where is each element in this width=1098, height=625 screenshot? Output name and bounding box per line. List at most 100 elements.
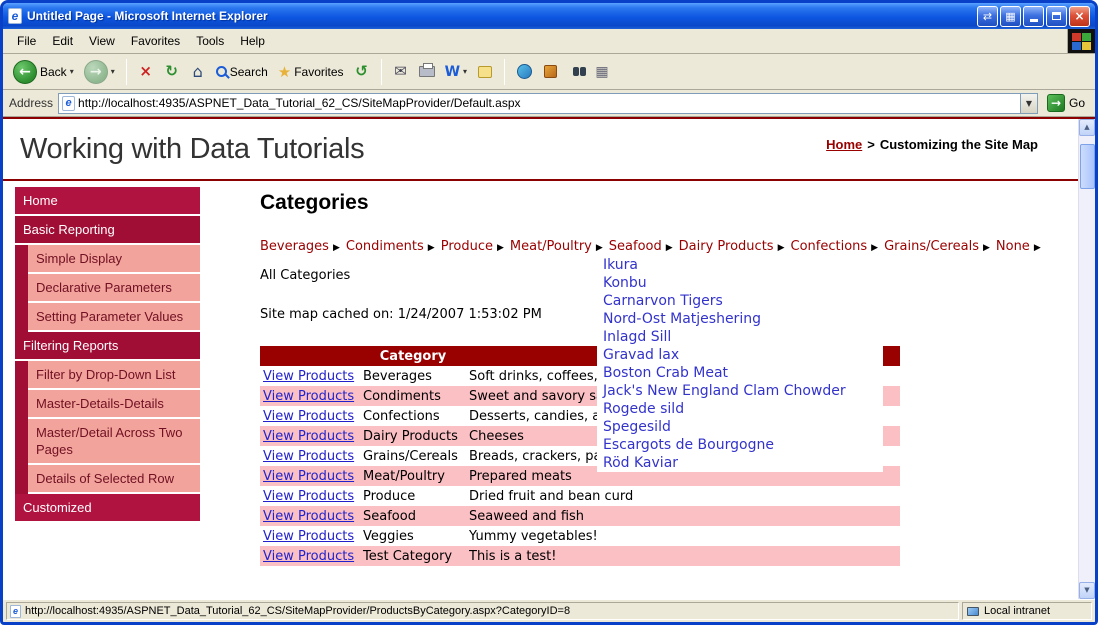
toolbar-separator xyxy=(380,58,382,85)
submenu-item-ikura[interactable]: Ikura xyxy=(597,256,883,274)
addressbar: Address e ▼ → Go xyxy=(3,90,1095,117)
titlebar-extra-button-2[interactable]: ▦ xyxy=(1000,5,1021,27)
submenu-item-gravad-lax[interactable]: Gravad lax xyxy=(597,346,883,364)
sidebar-item-home[interactable]: Home xyxy=(15,187,200,216)
main-content: Categories Beverages ▶ Condiments ▶ Produce ▶… xyxy=(260,187,1078,566)
sidebar-section-filtering-reports[interactable]: Filtering Reports xyxy=(15,332,200,361)
browser-window: e Untitled Page - Microsoft Internet Exp… xyxy=(0,0,1098,625)
menu-item-confections[interactable]: Confections xyxy=(791,239,868,254)
print-button[interactable] xyxy=(415,59,439,85)
edit-word-icon: W xyxy=(444,63,461,80)
category-cell: Beverages xyxy=(363,368,432,384)
forward-button[interactable]: → ▾ xyxy=(80,58,119,86)
menu-item-condiments[interactable]: Condiments xyxy=(346,239,424,254)
view-products-link[interactable]: View Products xyxy=(263,509,354,524)
menu-item-grains-cereals[interactable]: Grains/Cereals xyxy=(884,239,979,254)
messenger-button[interactable] xyxy=(512,59,536,85)
scroll-down-button[interactable]: ▼ xyxy=(1079,582,1095,599)
view-products-link[interactable]: View Products xyxy=(263,489,354,504)
sidebar-item-simple-display[interactable]: Simple Display xyxy=(28,245,200,274)
menu-item-none[interactable]: None xyxy=(996,239,1030,254)
sidebar-item-master-detail-two-pages[interactable]: Master/Detail Across Two Pages xyxy=(28,419,200,465)
edit-button[interactable]: W ▾ xyxy=(441,62,471,82)
go-button[interactable]: → Go xyxy=(1043,93,1089,113)
menu-tools[interactable]: Tools xyxy=(188,31,232,51)
sidebar-section-basic-reporting[interactable]: Basic Reporting xyxy=(15,216,200,245)
stop-button[interactable]: × xyxy=(134,59,158,85)
submenu-item-spegesild[interactable]: Spegesild xyxy=(597,418,883,436)
windows-logo-throbber xyxy=(1067,29,1095,53)
mail-button[interactable]: ✉ xyxy=(389,59,413,85)
refresh-button[interactable]: ↻ xyxy=(160,59,184,85)
close-button[interactable]: × xyxy=(1069,5,1090,27)
results-area: Ikura Konbu Carnarvon Tigers Nord-Ost Ma… xyxy=(260,256,1078,566)
favorites-star-icon: ★ xyxy=(277,62,292,81)
menu-view[interactable]: View xyxy=(81,31,123,51)
view-products-link[interactable]: View Products xyxy=(263,369,354,384)
submenu-item-jacks-clam-chowder[interactable]: Jack's New England Clam Chowder xyxy=(597,382,883,400)
sidebar-item-declarative-parameters[interactable]: Declarative Parameters xyxy=(28,274,200,303)
research-button[interactable] xyxy=(538,59,562,85)
category-cell: Veggies xyxy=(363,528,414,544)
titlebar[interactable]: e Untitled Page - Microsoft Internet Exp… xyxy=(3,3,1095,29)
back-button[interactable]: ← Back ▾ xyxy=(9,58,78,86)
view-products-link[interactable]: View Products xyxy=(263,449,354,464)
history-button[interactable]: ↺ xyxy=(350,59,374,85)
view-products-link[interactable]: View Products xyxy=(263,389,354,404)
menu-item-produce[interactable]: Produce xyxy=(441,239,493,254)
favorites-button[interactable]: ★ Favorites xyxy=(274,61,348,83)
submenu-item-boston-crab-meat[interactable]: Boston Crab Meat xyxy=(597,364,883,382)
category-cell: Grains/Cereals xyxy=(363,448,458,464)
sidebar-item-details-of-selected-row[interactable]: Details of Selected Row xyxy=(28,465,200,494)
category-cell: Condiments xyxy=(360,386,466,406)
submenu-item-rogede-sild[interactable]: Rogede sild xyxy=(597,400,883,418)
submenu-item-inlagd-sill[interactable]: Inlagd Sill xyxy=(597,328,883,346)
breadcrumb-separator: > xyxy=(867,137,875,152)
status-message-panel: e http://localhost:4935/ASPNET_Data_Tuto… xyxy=(6,602,959,620)
sidebar-item-master-details-details[interactable]: Master-Details-Details xyxy=(28,390,200,419)
menu-file[interactable]: File xyxy=(9,31,44,51)
search-button[interactable]: Search xyxy=(212,63,272,81)
sidebar-item-filter-by-dropdown-list[interactable]: Filter by Drop-Down List xyxy=(28,361,200,390)
submenu-item-konbu[interactable]: Konbu xyxy=(597,274,883,292)
submenu-item-carnarvon-tigers[interactable]: Carnarvon Tigers xyxy=(597,292,883,310)
forward-dropdown-icon: ▾ xyxy=(110,67,115,76)
submenu-item-escargots-de-bourgogne[interactable]: Escargots de Bourgogne xyxy=(597,436,883,454)
menu-item-dairy-products[interactable]: Dairy Products xyxy=(679,239,774,254)
submenu-item-rod-kaviar[interactable]: Röd Kaviar xyxy=(597,454,883,472)
menu-item-meat-poultry[interactable]: Meat/Poultry xyxy=(510,239,592,254)
view-products-link[interactable]: View Products xyxy=(263,409,354,424)
menu-item-seafood[interactable]: Seafood xyxy=(609,239,662,254)
minimize-button[interactable] xyxy=(1023,5,1044,27)
sidebar-item-setting-parameter-values[interactable]: Setting Parameter Values xyxy=(28,303,200,332)
view-products-link[interactable]: View Products xyxy=(263,529,354,544)
view-products-link[interactable]: View Products xyxy=(263,469,354,484)
submenu-item-nord-ost-matjeshering[interactable]: Nord-Ost Matjeshering xyxy=(597,310,883,328)
address-input[interactable] xyxy=(78,94,1020,112)
restore-icon xyxy=(1052,12,1061,20)
find-button[interactable] xyxy=(564,59,588,85)
restore-button[interactable] xyxy=(1046,5,1067,27)
site-banner: Working with Data Tutorials Home > Customi… xyxy=(3,119,1078,181)
home-button[interactable]: ⌂ xyxy=(186,59,210,85)
discuss-button[interactable] xyxy=(473,59,497,85)
menu-help[interactable]: Help xyxy=(232,31,273,51)
scroll-thumb[interactable] xyxy=(1080,144,1095,189)
quick-tabs-button[interactable]: ▦ xyxy=(590,59,614,85)
scroll-track[interactable] xyxy=(1079,136,1095,582)
menu-arrow-icon: ▶ xyxy=(871,243,879,253)
menu-edit[interactable]: Edit xyxy=(44,31,81,51)
sidebar-section-customized[interactable]: Customized xyxy=(15,494,200,523)
view-products-link[interactable]: View Products xyxy=(263,429,354,444)
ie-page-icon: e xyxy=(8,8,22,24)
menu-item-beverages[interactable]: Beverages xyxy=(260,239,329,254)
titlebar-extra-button-1[interactable]: ⇄ xyxy=(977,5,998,27)
scroll-up-button[interactable]: ▲ xyxy=(1079,119,1095,136)
messenger-icon xyxy=(516,64,532,79)
address-dropdown-button[interactable]: ▼ xyxy=(1019,93,1037,113)
view-products-link[interactable]: View Products xyxy=(263,549,354,564)
breadcrumb-home-link[interactable]: Home xyxy=(826,137,862,152)
menu-favorites[interactable]: Favorites xyxy=(123,31,188,51)
favorites-label: Favorites xyxy=(294,64,344,79)
menu-arrow-icon: ▶ xyxy=(427,243,435,253)
